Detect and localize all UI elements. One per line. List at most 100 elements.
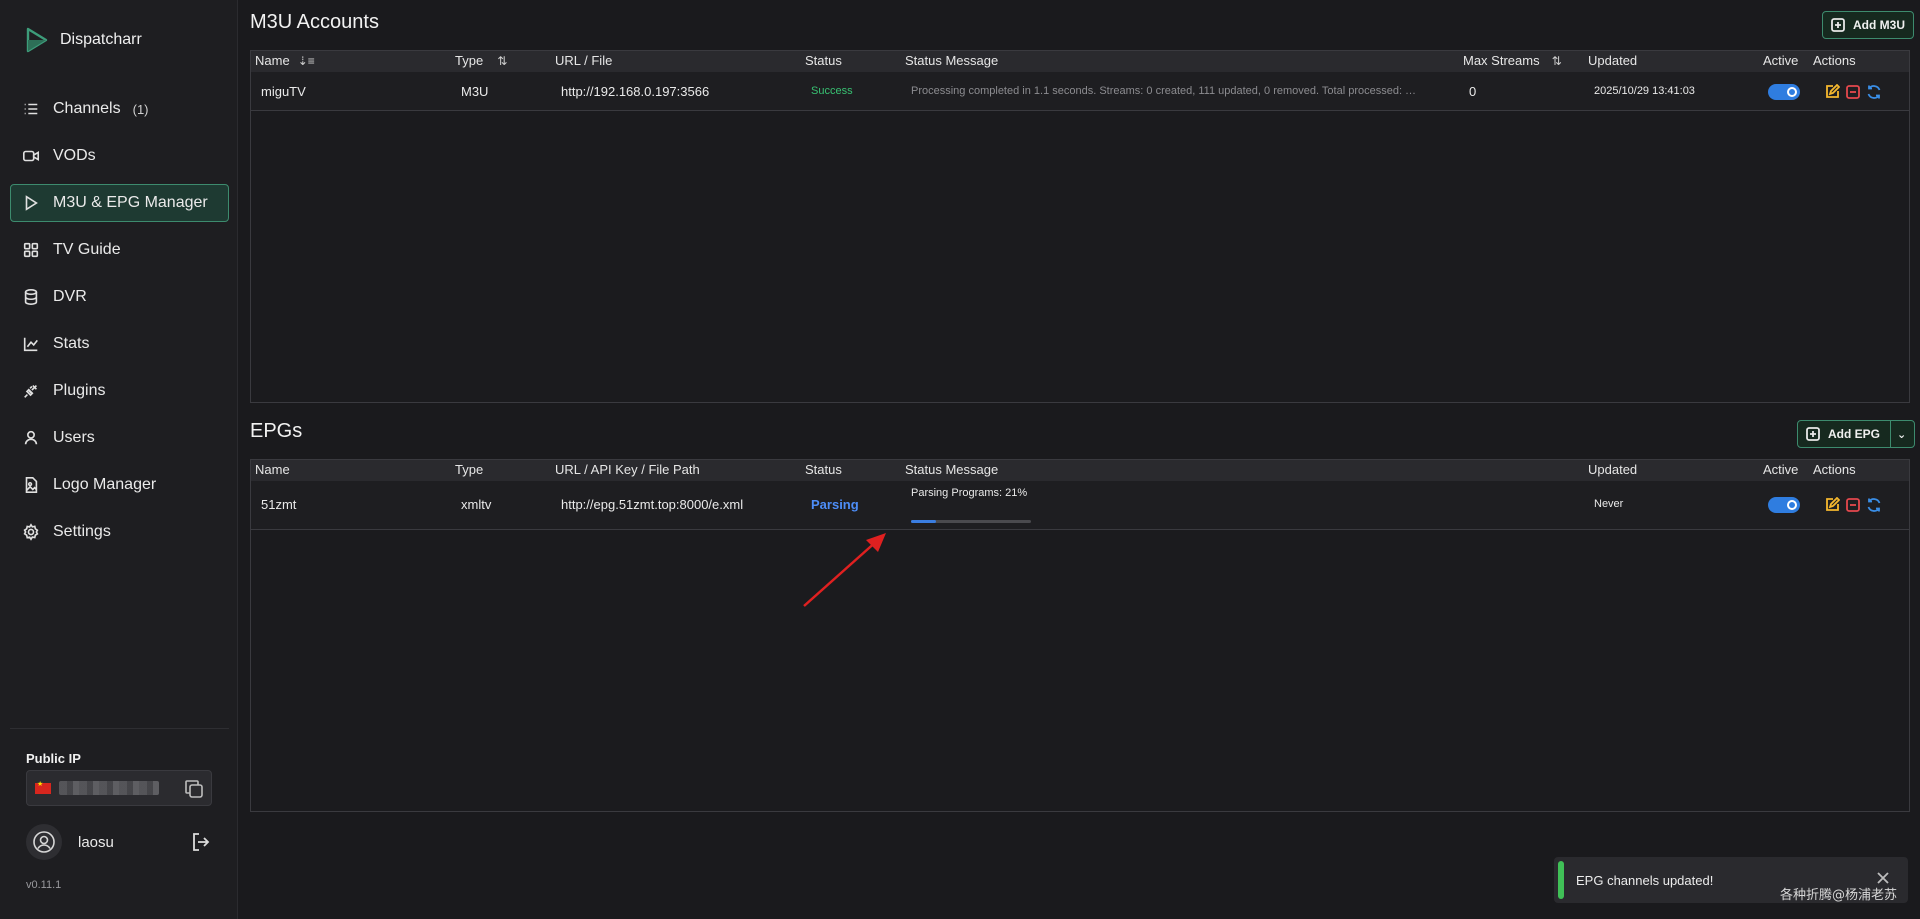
m3u-max-streams: 0 (1469, 84, 1477, 99)
m3u-type: M3U (461, 84, 489, 99)
copy-icon[interactable] (183, 778, 205, 800)
column-header-status: Status (805, 462, 842, 477)
active-toggle[interactable] (1768, 497, 1800, 513)
annotation-arrow-icon (803, 533, 886, 607)
table-row[interactable]: miguTV M3U http://192.168.0.197:3566 Suc… (251, 72, 1909, 111)
sidebar-item-label: Channels (53, 100, 121, 117)
app-version: v0.11.1 (26, 879, 62, 891)
add-epg-button[interactable]: Add EPG ⌄ (1797, 420, 1916, 448)
toast-accent-bar (1558, 861, 1564, 899)
epg-status-message: Parsing Programs: 21% (911, 487, 1028, 499)
dispatcharr-logo-icon (26, 27, 48, 53)
chart-line-icon (21, 334, 41, 354)
plus-square-icon (1831, 18, 1845, 32)
sidebar-item-label: Settings (53, 523, 111, 540)
column-header-actions: Actions (1813, 462, 1856, 477)
column-header-url: URL / File (555, 53, 613, 68)
sidebar-item-users[interactable]: Users (10, 419, 229, 457)
edit-icon[interactable] (1823, 496, 1840, 513)
public-ip-label: Public IP (26, 751, 81, 766)
list-icon (21, 99, 41, 119)
sidebar-item-stats[interactable]: Stats (10, 325, 229, 363)
database-icon (21, 287, 41, 307)
public-ip-field (26, 770, 212, 806)
sidebar-item-vods[interactable]: VODs (10, 137, 229, 175)
delete-icon[interactable] (1844, 83, 1861, 100)
app-name: Dispatcharr (60, 31, 142, 48)
epg-name: 51zmt (261, 497, 297, 512)
table-row[interactable]: 51zmt xmltv http://epg.51zmt.top:8000/e.… (251, 481, 1909, 530)
epg-url: http://epg.51zmt.top:8000/e.xml (561, 497, 744, 512)
split-divider (1890, 420, 1892, 448)
user-circle-icon (33, 831, 55, 853)
sidebar-item-label: Logo Manager (53, 476, 157, 493)
sort-icon[interactable]: ⇅ (1552, 54, 1562, 68)
close-icon[interactable] (1876, 871, 1890, 885)
sidebar-item-logo-manager[interactable]: Logo Manager (10, 466, 229, 504)
add-m3u-button[interactable]: Add M3U (1822, 11, 1914, 39)
column-header-active: Active (1763, 53, 1799, 68)
sidebar-item-label: Stats (53, 335, 90, 352)
sidebar-item-settings[interactable]: Settings (10, 513, 229, 551)
column-header-status-message: Status Message (905, 462, 999, 477)
sidebar-item-plugins[interactable]: Plugins (10, 372, 229, 410)
username: laosu (78, 833, 114, 851)
plug-icon (21, 381, 41, 401)
column-header-actions: Actions (1813, 53, 1856, 68)
user-row: laosu (26, 822, 212, 862)
plus-square-icon (1806, 427, 1820, 441)
toast-message: EPG channels updated! (1576, 872, 1714, 888)
column-header-max-streams[interactable]: Max Streams ⇅ (1463, 53, 1562, 68)
sidebar-item-tv-guide[interactable]: TV Guide (10, 231, 229, 269)
china-flag-icon (35, 780, 51, 794)
column-header-name[interactable]: Name ⇣≡ (255, 53, 315, 68)
column-header-url: URL / API Key / File Path (555, 462, 700, 477)
m3u-table: Name ⇣≡ Type ⇅ URL / File Status Status … (250, 50, 1910, 403)
refresh-icon[interactable] (1865, 496, 1882, 513)
epg-status: Parsing (811, 497, 859, 512)
sort-desc-icon[interactable]: ⇣≡ (298, 54, 315, 68)
m3u-name: miguTV (261, 84, 306, 99)
sidebar-divider (10, 728, 229, 729)
edit-icon[interactable] (1823, 83, 1840, 100)
watermark: 各种折腾@杨浦老苏 (1780, 888, 1898, 903)
column-label: Type (455, 53, 484, 68)
active-toggle[interactable] (1768, 84, 1800, 100)
column-header-type[interactable]: Type ⇅ (455, 53, 507, 68)
column-header-updated: Updated (1588, 53, 1638, 68)
column-header-status-message: Status Message (905, 53, 999, 68)
sidebar-item-label: VODs (53, 147, 96, 164)
play-icon (21, 193, 41, 213)
epg-progress-fill (911, 520, 937, 523)
column-header-name: Name (255, 462, 290, 477)
chevron-down-icon[interactable]: ⌄ (1897, 428, 1906, 441)
column-header-type: Type (455, 462, 484, 477)
sidebar-item-label: TV Guide (53, 241, 121, 258)
column-header-active: Active (1763, 462, 1799, 477)
epg-updated: Never (1594, 498, 1624, 510)
refresh-icon[interactable] (1865, 83, 1882, 100)
m3u-url: http://192.168.0.197:3566 (561, 84, 710, 99)
avatar[interactable] (26, 824, 62, 860)
public-ip-value-redacted (59, 781, 159, 795)
sort-icon[interactable]: ⇅ (497, 54, 507, 68)
sidebar-item-dvr[interactable]: DVR (10, 278, 229, 316)
brand[interactable]: Dispatcharr (22, 26, 142, 54)
sidebar-item-label: DVR (53, 288, 87, 305)
column-label: Name (255, 53, 290, 68)
epg-section-title: EPGs (250, 420, 303, 442)
logout-icon[interactable] (190, 831, 212, 853)
delete-icon[interactable] (1844, 496, 1861, 513)
add-m3u-label: Add M3U (1853, 18, 1905, 32)
sidebar-item-label: Plugins (53, 382, 106, 399)
m3u-section-title: M3U Accounts (250, 11, 379, 33)
m3u-table-header: Name ⇣≡ Type ⇅ URL / File Status Status … (251, 51, 1909, 72)
epg-type: xmltv (461, 497, 492, 512)
add-epg-label: Add EPG (1828, 427, 1881, 441)
sidebar-item-m3u-epg-manager[interactable]: M3U & EPG Manager (10, 184, 229, 222)
epg-table-header: Name Type URL / API Key / File Path Stat… (251, 460, 1909, 481)
sidebar-item-channels[interactable]: Channels (1) (10, 90, 229, 128)
sidebar-item-label: Users (53, 429, 95, 446)
column-label: Max Streams (1463, 53, 1540, 68)
sidebar-item-label: M3U & EPG Manager (53, 194, 208, 211)
